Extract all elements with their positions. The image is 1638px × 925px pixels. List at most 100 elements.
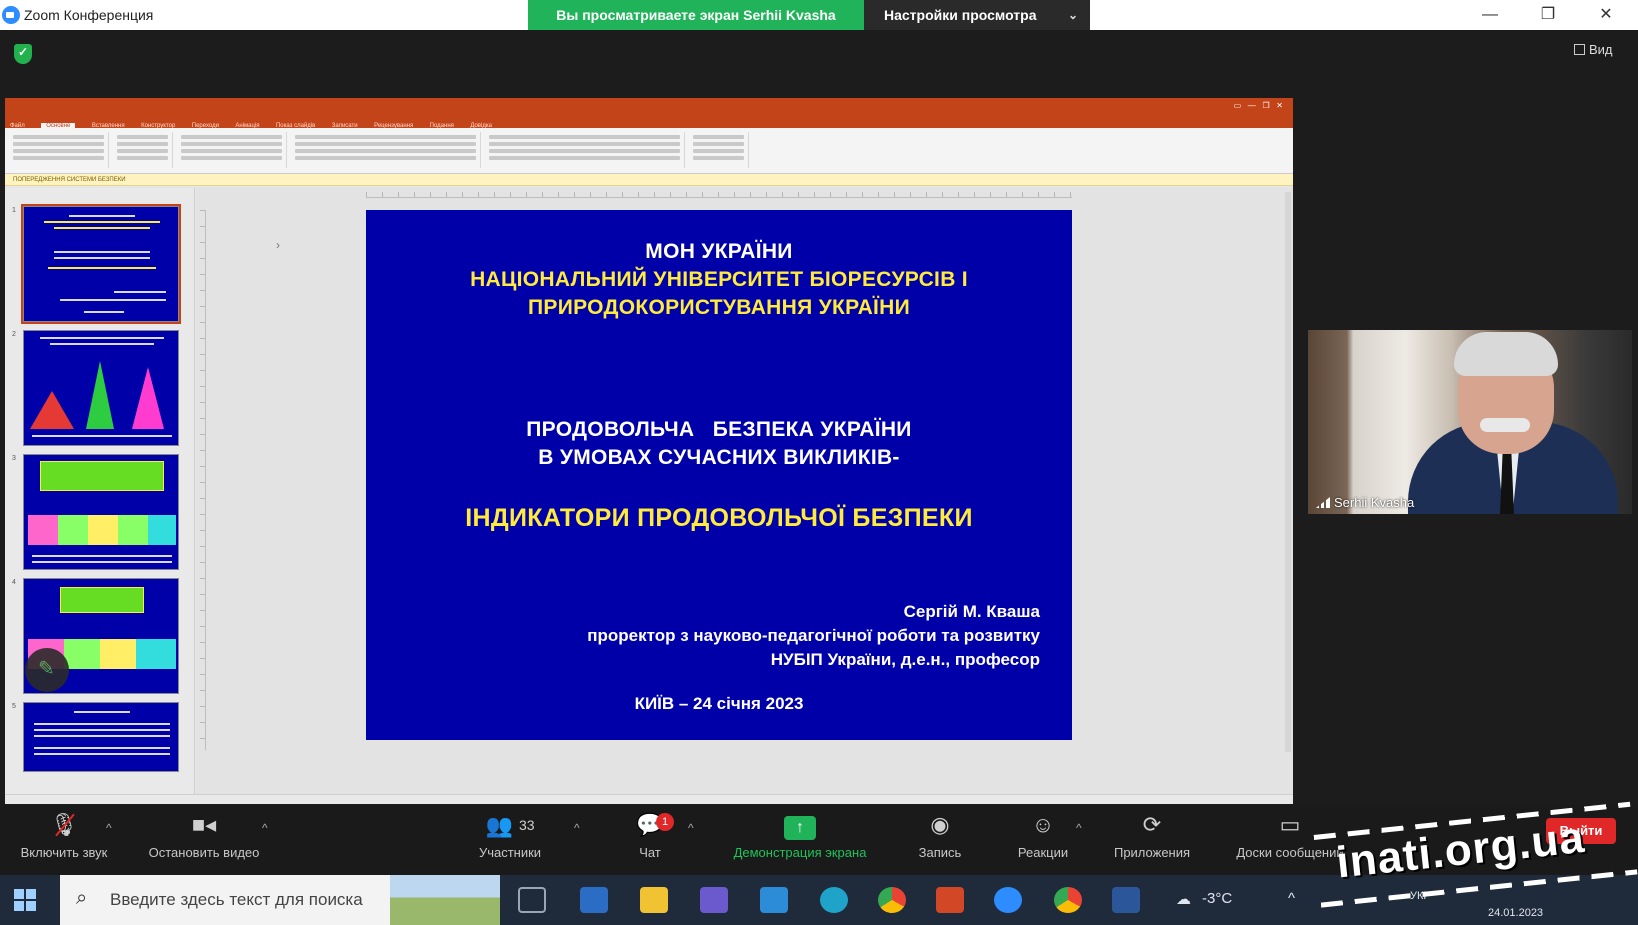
close-button[interactable]: ✕ <box>1578 0 1634 30</box>
participants-label: Участники <box>478 845 542 860</box>
search-placeholder: Введите здесь текст для поиска <box>110 890 363 909</box>
slide-thumbnail[interactable]: 3 <box>12 454 179 570</box>
ppt-workspace: 1 2 3 4 5 ✎ › МОН УКРАЇНИ НАЦІОНАЛЬНИЙ У… <box>5 188 1293 794</box>
windows-start-icon[interactable] <box>14 889 36 911</box>
signal-bars-icon <box>1316 497 1330 508</box>
powerpoint-icon[interactable] <box>936 887 964 913</box>
ppt-window-controls: ▭ — ❐ ✕ <box>1233 101 1283 110</box>
zoom-taskbar-icon[interactable] <box>994 887 1022 913</box>
slide-canvas: › МОН УКРАЇНИ НАЦІОНАЛЬНИЙ УНІВЕРСИТЕТ Б… <box>196 188 1293 794</box>
video-options-caret-icon[interactable]: ^ <box>262 821 268 835</box>
mail-icon[interactable] <box>760 887 788 913</box>
reactions-caret-icon[interactable]: ^ <box>1076 821 1082 835</box>
store-icon[interactable] <box>580 887 608 913</box>
edge-browser-icon[interactable] <box>820 887 848 913</box>
taskbar-search-box[interactable]: ⌕ Введите здесь текст для поиска <box>60 875 500 925</box>
ribbon-group-paragraph <box>291 132 481 168</box>
zoom-window: Zoom Конференция Вы просматриваете экран… <box>0 0 1638 925</box>
teams-icon[interactable] <box>700 887 728 913</box>
stop-video-label: Остановить видео <box>148 845 260 860</box>
record-button[interactable]: ◉ Запись <box>910 813 970 861</box>
thumb-number: 5 <box>12 703 16 710</box>
chat-caret-icon[interactable]: ^ <box>688 821 694 835</box>
slide-thumbnail[interactable]: 2 <box>12 330 179 446</box>
share-screen-label: Демонстрация экрана <box>733 845 867 860</box>
tray-expand-icon[interactable]: ^ <box>1288 890 1295 907</box>
ppt-security-warning: ПОПЕРЕДЖЕННЯ СИСТЕМИ БЕЗПЕКИ <box>5 174 1293 186</box>
slide-thumbnails: 1 2 3 4 5 ✎ <box>5 188 195 794</box>
weather-cloud-icon[interactable]: ☁ <box>1176 890 1191 908</box>
chevron-down-icon: ⌄ <box>1067 8 1078 22</box>
reactions-button[interactable]: ☺ Реакции <box>1008 812 1078 861</box>
record-label: Запись <box>918 845 962 860</box>
slide-topic-line2: В УМОВАХ СУЧАСНИХ ВИКЛИКІВ- <box>538 446 900 469</box>
share-screen-button[interactable]: ↑ Демонстрация экрана <box>716 813 884 860</box>
reactions-label: Реакции <box>1017 845 1069 860</box>
zoom-logo-icon <box>2 6 20 24</box>
participants-caret-icon[interactable]: ^ <box>574 821 580 835</box>
view-layout-icon <box>1574 44 1585 55</box>
word-icon[interactable] <box>1112 887 1140 913</box>
chat-label: Чат <box>639 845 661 860</box>
view-settings-dropdown[interactable]: Настройки просмотра ⌄ <box>864 0 1090 30</box>
vertical-ruler <box>200 210 206 750</box>
ppt-warning-text: ПОПЕРЕДЖЕННЯ СИСТЕМИ БЕЗПЕКИ <box>13 177 126 183</box>
participants-button[interactable]: 👥 33 Участники <box>460 813 560 861</box>
chrome-profile-icon[interactable] <box>1054 887 1082 913</box>
file-explorer-icon[interactable] <box>640 887 668 913</box>
slide-university-line2: ПРИРОДОКОРИСТУВАННЯ УКРАЇНИ <box>528 296 910 319</box>
slide-place-date: КИЇВ – 24 січня 2023 <box>634 694 804 713</box>
restore-button[interactable]: ❐ <box>1520 0 1576 30</box>
title-bar: Zoom Конференция Вы просматриваете экран… <box>0 0 1638 30</box>
task-view-icon[interactable] <box>518 887 546 913</box>
thumb-number: 4 <box>12 579 16 586</box>
shared-powerpoint-window: ▭ — ❐ ✕ Файл Основне Вставлення Конструк… <box>5 98 1293 804</box>
slide-author: Сергій М. Кваша <box>903 602 1040 621</box>
chrome-icon[interactable] <box>878 887 906 913</box>
thumb-number: 2 <box>12 331 16 338</box>
apps-icon: ⟳ <box>1142 812 1162 837</box>
participants-count: 33 <box>518 817 535 833</box>
chat-button[interactable]: 💬 Чат 1 <box>620 813 680 860</box>
slide-author-affiliation: НУБІП України, д.е.н., професор <box>770 650 1040 669</box>
window-title: Zoom Конференция <box>24 7 154 23</box>
screen-share-banner: Вы просматриваете экран Serhii Kvasha <box>528 0 864 30</box>
video-camera-icon: ■◂ <box>191 812 217 837</box>
slide-university-line1: НАЦІОНАЛЬНИЙ УНІВЕРСИТЕТ БІОРЕСУРСІВ І <box>470 268 968 291</box>
ppt-ribbon <box>5 128 1293 174</box>
slide-ministry: МОН УКРАЇНИ <box>645 240 793 263</box>
video-person-hair <box>1454 332 1558 376</box>
current-slide: МОН УКРАЇНИ НАЦІОНАЛЬНИЙ УНІВЕРСИТЕТ БІО… <box>366 210 1072 740</box>
view-button-label: Вид <box>1589 42 1613 57</box>
participant-name: Serhii Kvasha <box>1316 495 1414 510</box>
stop-video-button[interactable]: ■◂ Остановить видео <box>136 812 272 861</box>
participant-name-text: Serhii Kvasha <box>1334 495 1415 510</box>
security-shield-icon[interactable] <box>14 44 32 64</box>
unmute-label: Включить звук <box>20 845 108 860</box>
horizontal-ruler <box>366 192 1072 198</box>
microphone-muted-icon: 🎙 <box>8 813 120 837</box>
slide-thumbnail[interactable]: 1 <box>12 204 181 324</box>
slide-thumbnail[interactable]: 5 <box>12 702 179 772</box>
slide-topic-line1: ПРОДОВОЛЬЧА БЕЗПЕКА УКРАЇНИ <box>526 418 912 441</box>
video-person-moustache <box>1480 418 1530 432</box>
audio-options-caret-icon[interactable]: ^ <box>106 821 112 835</box>
weather-temperature: -3°C <box>1202 890 1233 907</box>
view-settings-label: Настройки просмотра <box>884 7 1037 23</box>
annotate-pen-icon[interactable] <box>25 648 69 692</box>
thumb-number: 3 <box>12 455 16 462</box>
apps-label: Приложения <box>1113 845 1191 860</box>
vertical-scrollbar[interactable] <box>1285 192 1291 752</box>
ribbon-group-drawing <box>485 132 685 168</box>
thumb-number: 1 <box>12 207 16 214</box>
view-button[interactable]: Вид <box>1574 42 1613 57</box>
mouse-cursor-icon: › <box>276 238 280 252</box>
share-screen-icon: ↑ <box>784 816 816 840</box>
minimize-button[interactable]: — <box>1462 0 1518 30</box>
unmute-button[interactable]: 🎙 Включить звук <box>8 813 120 861</box>
ribbon-group-font <box>177 132 287 168</box>
participant-video[interactable]: Serhii Kvasha <box>1308 330 1632 514</box>
ribbon-group-editing <box>689 132 749 168</box>
apps-button[interactable]: ⟳ Приложения <box>1104 812 1200 861</box>
reactions-smiley-icon: ☺ <box>1031 812 1055 837</box>
